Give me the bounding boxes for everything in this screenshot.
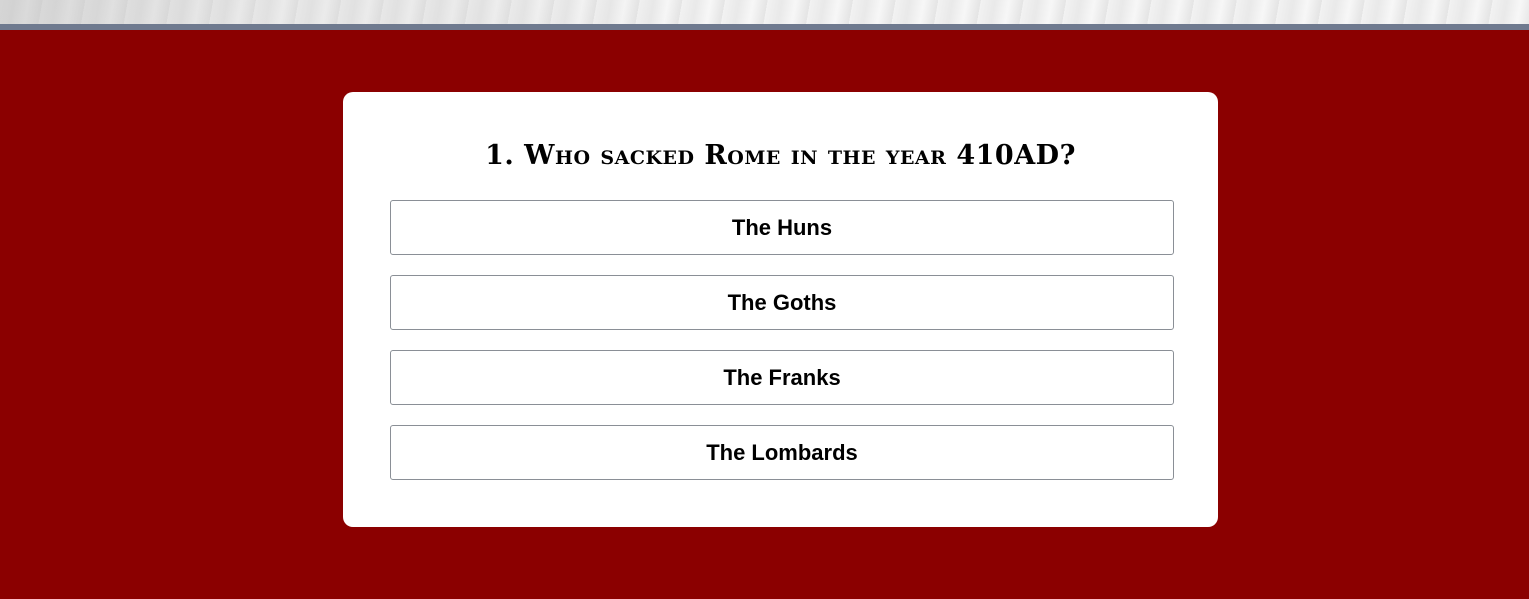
answer-button-goths[interactable]: The Goths (390, 275, 1174, 330)
quiz-card: 1. Who sacked Rome in the year 410AD? Th… (343, 92, 1218, 527)
answer-button-huns[interactable]: The Huns (390, 200, 1174, 255)
marble-header-banner (0, 0, 1529, 24)
answer-button-franks[interactable]: The Franks (390, 350, 1174, 405)
question-text: 1. Who sacked Rome in the year 410AD? (485, 140, 1076, 171)
answer-button-lombards[interactable]: The Lombards (390, 425, 1174, 480)
answer-list: The Huns The Goths The Franks The Lombar… (390, 200, 1174, 500)
main-content: 1. Who sacked Rome in the year 410AD? Th… (0, 30, 1529, 599)
